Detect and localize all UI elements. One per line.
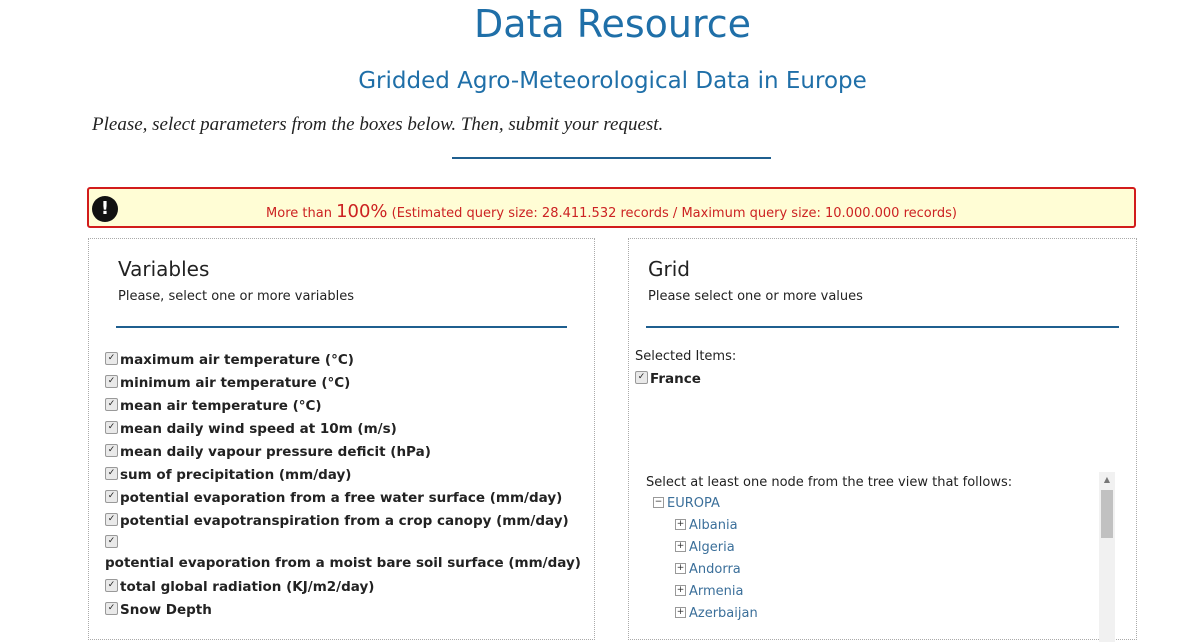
variable-checkbox[interactable]: ✓ [105, 466, 118, 480]
tree-node-label[interactable]: EUROPA [667, 496, 720, 511]
expand-icon[interactable]: + [675, 519, 686, 530]
tree-node-label[interactable]: Algeria [689, 540, 735, 555]
variable-checkbox[interactable]: ✓ [105, 534, 118, 548]
tree-scrollbar[interactable]: ▲ [1099, 472, 1115, 642]
instruction-text: Please, select parameters from the boxes… [92, 114, 664, 135]
variable-label: maximum air temperature (°C) [120, 352, 354, 368]
variable-item[interactable]: ✓ sum of precipitation (mm/day) [105, 464, 581, 487]
tree-node[interactable]: + Albania [653, 515, 758, 537]
variable-item[interactable]: ✓ minimum air temperature (°C) [105, 372, 581, 395]
variables-title: Variables [118, 257, 210, 281]
variable-checkbox[interactable]: ✓ [105, 443, 118, 457]
variable-label: potential evaporation from a moist bare … [105, 555, 581, 571]
variables-panel: Variables Please, select one or more var… [88, 238, 595, 640]
variable-label: potential evapotranspiration from a crop… [120, 513, 569, 529]
tree-node[interactable]: + Andorra [653, 559, 758, 581]
variable-checkbox[interactable]: ✓ [105, 420, 118, 434]
variable-label: mean air temperature (°C) [120, 398, 322, 414]
tree-node[interactable]: + Armenia [653, 581, 758, 603]
variable-item[interactable]: ✓ potential evaporation from a free water… [105, 487, 581, 510]
variable-checkbox[interactable]: ✓ [105, 578, 118, 592]
variable-checkbox[interactable]: ✓ [105, 512, 118, 526]
alert-message: More than 100% (Estimated query size: 28… [89, 201, 1134, 222]
variable-item[interactable]: ✓ total global radiation (KJ/m2/day) [105, 576, 581, 599]
region-tree: − EUROPA + Albania + Algeria + Andorra + Arme… [653, 493, 758, 625]
tree-node-label[interactable]: Azerbaijan [689, 606, 758, 621]
grid-hint: Please select one or more values [648, 289, 863, 304]
collapse-icon[interactable]: − [653, 497, 664, 508]
variable-item[interactable]: ✓ potential evaporation from a moist bare… [105, 533, 581, 576]
tree-node[interactable]: + Algeria [653, 537, 758, 559]
tree-node-label[interactable]: Armenia [689, 584, 744, 599]
variable-item[interactable]: ✓ mean air temperature (°C) [105, 395, 581, 418]
grid-panel: Grid Please select one or more values Se… [628, 238, 1137, 642]
variable-label: mean daily wind speed at 10m (m/s) [120, 421, 397, 437]
variable-item[interactable]: ✓ mean daily wind speed at 10m (m/s) [105, 418, 581, 441]
variable-checkbox[interactable]: ✓ [105, 489, 118, 503]
tree-node-label[interactable]: Albania [689, 518, 738, 533]
variable-label: sum of precipitation (mm/day) [120, 467, 352, 483]
variables-list: ✓ maximum air temperature (°C) ✓ minimum a… [105, 349, 581, 622]
alert-prefix: More than [266, 206, 337, 221]
tree-node[interactable]: + Azerbaijan [653, 603, 758, 625]
variable-checkbox[interactable]: ✓ [105, 351, 118, 365]
selected-item-checkbox[interactable]: ✓ [635, 370, 648, 384]
tree-node-label[interactable]: Andorra [689, 562, 741, 577]
alert-detail: (Estimated query size: 28.411.532 record… [387, 206, 957, 221]
variable-label: minimum air temperature (°C) [120, 375, 351, 391]
scrollbar-thumb[interactable] [1101, 490, 1113, 538]
selected-item[interactable]: ✓ France [635, 370, 701, 387]
variable-label: Snow Depth [120, 602, 212, 618]
variable-checkbox[interactable]: ✓ [105, 374, 118, 388]
variable-item[interactable]: ✓ maximum air temperature (°C) [105, 349, 581, 372]
header-divider [452, 157, 771, 159]
variables-hint: Please, select one or more variables [118, 289, 354, 304]
page-subtitle: Gridded Agro-Meteorological Data in Euro… [358, 68, 867, 94]
variable-checkbox[interactable]: ✓ [105, 397, 118, 411]
selected-items-label: Selected Items: [635, 349, 737, 364]
alert-percent: 100% [336, 201, 388, 222]
variable-label: total global radiation (KJ/m2/day) [120, 579, 375, 595]
selected-item-label: France [650, 371, 701, 387]
expand-icon[interactable]: + [675, 541, 686, 552]
query-size-alert: ! More than 100% (Estimated query size: … [87, 187, 1136, 228]
expand-icon[interactable]: + [675, 607, 686, 618]
variable-label: potential evaporation from a free water … [120, 490, 563, 506]
variable-label: mean daily vapour pressure deficit (hPa) [120, 444, 431, 460]
page-title: Data Resource [473, 2, 752, 46]
expand-icon[interactable]: + [675, 585, 686, 596]
expand-icon[interactable]: + [675, 563, 686, 574]
tree-node-europa[interactable]: − EUROPA [653, 493, 758, 515]
variable-item[interactable]: ✓ mean daily vapour pressure deficit (hPa… [105, 441, 581, 464]
variable-checkbox[interactable]: ✓ [105, 601, 118, 615]
grid-divider [646, 326, 1119, 328]
variables-divider [116, 326, 567, 328]
grid-title: Grid [648, 257, 690, 281]
variable-item[interactable]: ✓ potential evapotranspiration from a cro… [105, 510, 581, 533]
scroll-up-icon[interactable]: ▲ [1099, 472, 1115, 488]
tree-hint: Select at least one node from the tree v… [646, 475, 1013, 490]
variable-item[interactable]: ✓ Snow Depth [105, 599, 581, 622]
